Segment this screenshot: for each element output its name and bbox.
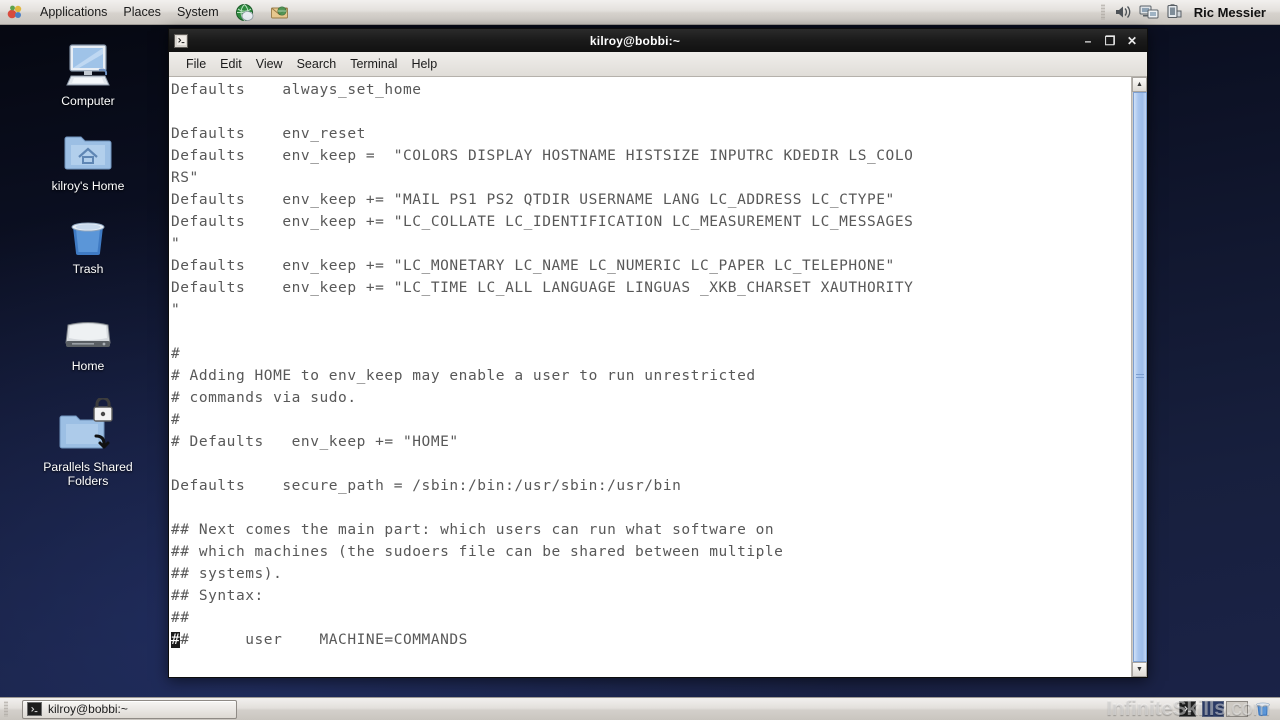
- terminal-line: Defaults secure_path = /sbin:/bin:/usr/s…: [171, 478, 682, 494]
- scrollbar-grip: [1136, 374, 1144, 380]
- terminal-window[interactable]: kilroy@bobbi:~ – ❐ ✕ File Edit View Sear…: [168, 28, 1148, 678]
- terminal-cursor: #: [171, 632, 181, 648]
- menu-search[interactable]: Search: [290, 54, 344, 74]
- harddrive-icon: [30, 305, 146, 355]
- terminal-line: Defaults always_set_home: [171, 82, 422, 98]
- workspace-switcher[interactable]: [1202, 701, 1248, 717]
- menu-system[interactable]: System: [170, 2, 226, 22]
- shared-folder-locked-icon: [30, 398, 146, 456]
- workspace-1[interactable]: [1202, 701, 1224, 717]
- terminal-line: ## systems).: [171, 566, 283, 582]
- terminal-line: #: [171, 412, 181, 428]
- terminal-line: ##: [171, 610, 190, 626]
- terminal-line: # Adding HOME to env_keep may enable a u…: [171, 368, 756, 384]
- menu-file[interactable]: File: [179, 54, 213, 74]
- email-icon[interactable]: [263, 0, 296, 25]
- window-buttons: – ❐ ✕: [1082, 35, 1142, 47]
- terminal-scrollbar[interactable]: ▲ ▼: [1131, 77, 1147, 677]
- gnome-foot-icon[interactable]: [1, 1, 31, 24]
- terminal-line: ": [171, 236, 181, 252]
- terminal-line: ## Next comes the main part: which users…: [171, 522, 775, 538]
- volume-icon[interactable]: [1114, 4, 1132, 20]
- maximize-button[interactable]: ❐: [1104, 35, 1116, 47]
- terminal-body: Defaults always_set_home Defaults env_re…: [169, 77, 1147, 677]
- desktop-icon-label: Parallels Shared Folders: [43, 460, 133, 488]
- desktop-icon-computer[interactable]: Computer: [30, 40, 146, 108]
- close-button[interactable]: ✕: [1126, 35, 1138, 47]
- taskbar-button-terminal[interactable]: kilroy@bobbi:~: [22, 699, 237, 719]
- menu-edit[interactable]: Edit: [213, 54, 249, 74]
- terminal-line: Defaults env_keep += "LC_COLLATE LC_IDEN…: [171, 214, 914, 230]
- bottom-panel-grip: [4, 701, 8, 717]
- terminal-title-text: kilroy@bobbi:~: [589, 33, 681, 48]
- menu-applications[interactable]: Applications: [33, 2, 114, 22]
- terminal-line: Defaults env_keep += "LC_MONETARY LC_NAM…: [171, 258, 895, 274]
- desktop-icon-trash[interactable]: Trash: [30, 208, 146, 276]
- terminal-line: Defaults env_keep = "COLORS DISPLAY HOST…: [171, 148, 914, 164]
- lock-overlay: [93, 398, 113, 422]
- scrollbar-track[interactable]: [1132, 92, 1147, 662]
- menu-help[interactable]: Help: [404, 54, 444, 74]
- terminal-line: Defaults env_reset: [171, 126, 366, 142]
- desktop-icon-parallels-shared-folders[interactable]: Parallels Shared Folders: [30, 398, 146, 488]
- web-browser-icon[interactable]: [228, 0, 261, 25]
- terminal-line: ## Syntax:: [171, 588, 264, 604]
- terminal-line: RS": [171, 170, 199, 186]
- terminal-line: #: [171, 346, 181, 362]
- terminal-line: Defaults env_keep += "LC_TIME LC_ALL LAN…: [171, 280, 914, 296]
- desktop-icon-kilroys-home[interactable]: kilroy's Home: [30, 125, 146, 193]
- scroll-up-arrow[interactable]: ▲: [1132, 77, 1147, 92]
- top-panel: Applications Places System Ric Messier: [0, 0, 1280, 25]
- terminal-line: # commands via sudo.: [171, 390, 357, 406]
- terminal-title-bar[interactable]: kilroy@bobbi:~ – ❐ ✕: [169, 29, 1147, 52]
- battery-icon[interactable]: [1166, 4, 1183, 20]
- workspace-2[interactable]: [1226, 701, 1248, 717]
- terminal-text-area[interactable]: Defaults always_set_home Defaults env_re…: [169, 77, 1131, 677]
- scroll-down-arrow[interactable]: ▼: [1132, 662, 1147, 677]
- desktop-icon-label: kilroy's Home: [51, 179, 125, 193]
- computer-icon: [30, 40, 146, 90]
- terminal-line: ": [171, 302, 181, 318]
- show-desktop-icon[interactable]: [1179, 701, 1196, 717]
- terminal-line: Defaults env_keep += "MAIL PS1 PS2 QTDIR…: [171, 192, 895, 208]
- desktop-icon-label: Computer: [61, 94, 115, 108]
- trash-icon: [30, 208, 146, 258]
- trash-applet-icon[interactable]: [1254, 699, 1272, 720]
- system-tray: Ric Messier: [1100, 4, 1280, 20]
- terminal-icon: [27, 702, 42, 716]
- network-icon[interactable]: [1139, 4, 1159, 20]
- taskbar-button-label: kilroy@bobbi:~: [48, 702, 128, 716]
- menu-places[interactable]: Places: [116, 2, 168, 22]
- bottom-panel: kilroy@bobbi:~: [0, 697, 1280, 720]
- terminal-line: ## which machines (the sudoers file can …: [171, 544, 784, 560]
- terminal-icon[interactable]: [174, 33, 188, 48]
- menu-terminal[interactable]: Terminal: [343, 54, 404, 74]
- terminal-line: # Defaults env_keep += "HOME": [171, 434, 459, 450]
- user-name-label[interactable]: Ric Messier: [1190, 5, 1274, 20]
- minimize-button[interactable]: –: [1082, 35, 1094, 47]
- desktop-icon-label: Trash: [72, 262, 104, 276]
- home-folder-icon: [30, 125, 146, 175]
- scrollbar-thumb[interactable]: [1133, 92, 1147, 662]
- terminal-line-with-cursor: ## user MACHINE=COMMANDS: [171, 632, 468, 648]
- menu-view[interactable]: View: [249, 54, 290, 74]
- terminal-menu-bar: File Edit View Search Terminal Help: [169, 52, 1147, 77]
- tray-grip: [1100, 4, 1105, 20]
- desktop-icon-home[interactable]: Home: [30, 305, 146, 373]
- bottom-panel-tray: [1179, 699, 1280, 720]
- desktop-icon-label: Home: [71, 359, 105, 373]
